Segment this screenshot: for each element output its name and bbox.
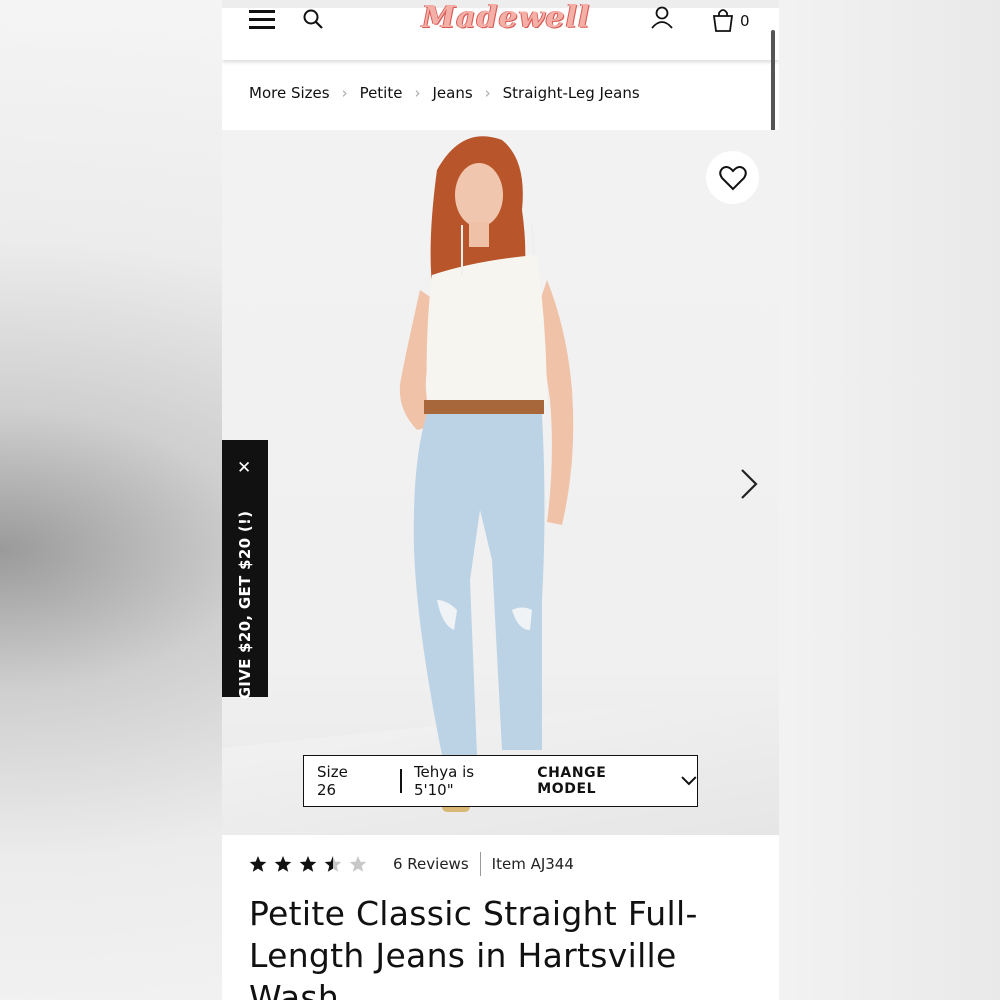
phone-screen: Madewell 0 More Sizes › Petite › Jeans ›… bbox=[222, 0, 779, 1000]
review-count-link[interactable]: 6 Reviews bbox=[393, 855, 469, 873]
promo-label[interactable]: GIVE $20, GET $20 (!) bbox=[236, 511, 254, 700]
referral-promo-tab[interactable]: ✕ GIVE $20, GET $20 (!) bbox=[222, 440, 268, 700]
model-photo bbox=[399, 136, 574, 812]
close-icon[interactable]: ✕ bbox=[237, 458, 251, 478]
model-size: Size 26 bbox=[317, 763, 348, 799]
star-icon bbox=[299, 856, 317, 872]
chevron-right-icon: › bbox=[341, 84, 348, 102]
site-header: Madewell 0 bbox=[222, 0, 779, 60]
item-number: Item AJ344 bbox=[491, 855, 574, 873]
breadcrumb-petite[interactable]: Petite bbox=[360, 84, 403, 102]
star-icon bbox=[249, 856, 267, 872]
star-icon bbox=[274, 856, 292, 872]
breadcrumb-jeans[interactable]: Jeans bbox=[432, 84, 472, 102]
divider bbox=[399, 769, 402, 793]
chevron-right-icon: › bbox=[484, 84, 491, 102]
star-icon bbox=[349, 856, 367, 872]
reviews-row: 6 Reviews Item AJ344 bbox=[249, 852, 574, 876]
model-size-bar[interactable]: Size 26 Tehya is 5'10" CHANGE MODEL bbox=[303, 755, 698, 807]
chevron-right-icon: › bbox=[414, 84, 421, 102]
backdrop bbox=[779, 0, 1000, 1000]
star-rating[interactable] bbox=[249, 855, 367, 873]
chevron-right-icon[interactable] bbox=[736, 464, 760, 504]
product-image[interactable] bbox=[222, 130, 779, 835]
change-model-button[interactable]: CHANGE MODEL bbox=[537, 765, 669, 797]
bag-icon[interactable] bbox=[712, 8, 734, 32]
account-icon[interactable] bbox=[650, 6, 674, 30]
wishlist-button[interactable] bbox=[706, 151, 759, 204]
bag-count: 0 bbox=[740, 12, 750, 30]
star-icon bbox=[324, 856, 342, 872]
model-height: Tehya is 5'10" bbox=[413, 763, 475, 799]
hamburger-icon[interactable] bbox=[249, 10, 275, 30]
brand-logo[interactable]: Madewell bbox=[422, 0, 589, 38]
search-icon[interactable] bbox=[302, 8, 324, 30]
breadcrumb-more-sizes[interactable]: More Sizes bbox=[249, 84, 330, 102]
product-title: Petite Classic Straight Full-Length Jean… bbox=[249, 894, 698, 1000]
breadcrumb: More Sizes › Petite › Jeans › Straight-L… bbox=[249, 84, 640, 102]
breadcrumb-straight-leg-jeans[interactable]: Straight-Leg Jeans bbox=[503, 84, 640, 102]
heart-icon bbox=[718, 165, 747, 190]
divider bbox=[479, 852, 481, 876]
chevron-down-icon[interactable] bbox=[681, 776, 697, 786]
